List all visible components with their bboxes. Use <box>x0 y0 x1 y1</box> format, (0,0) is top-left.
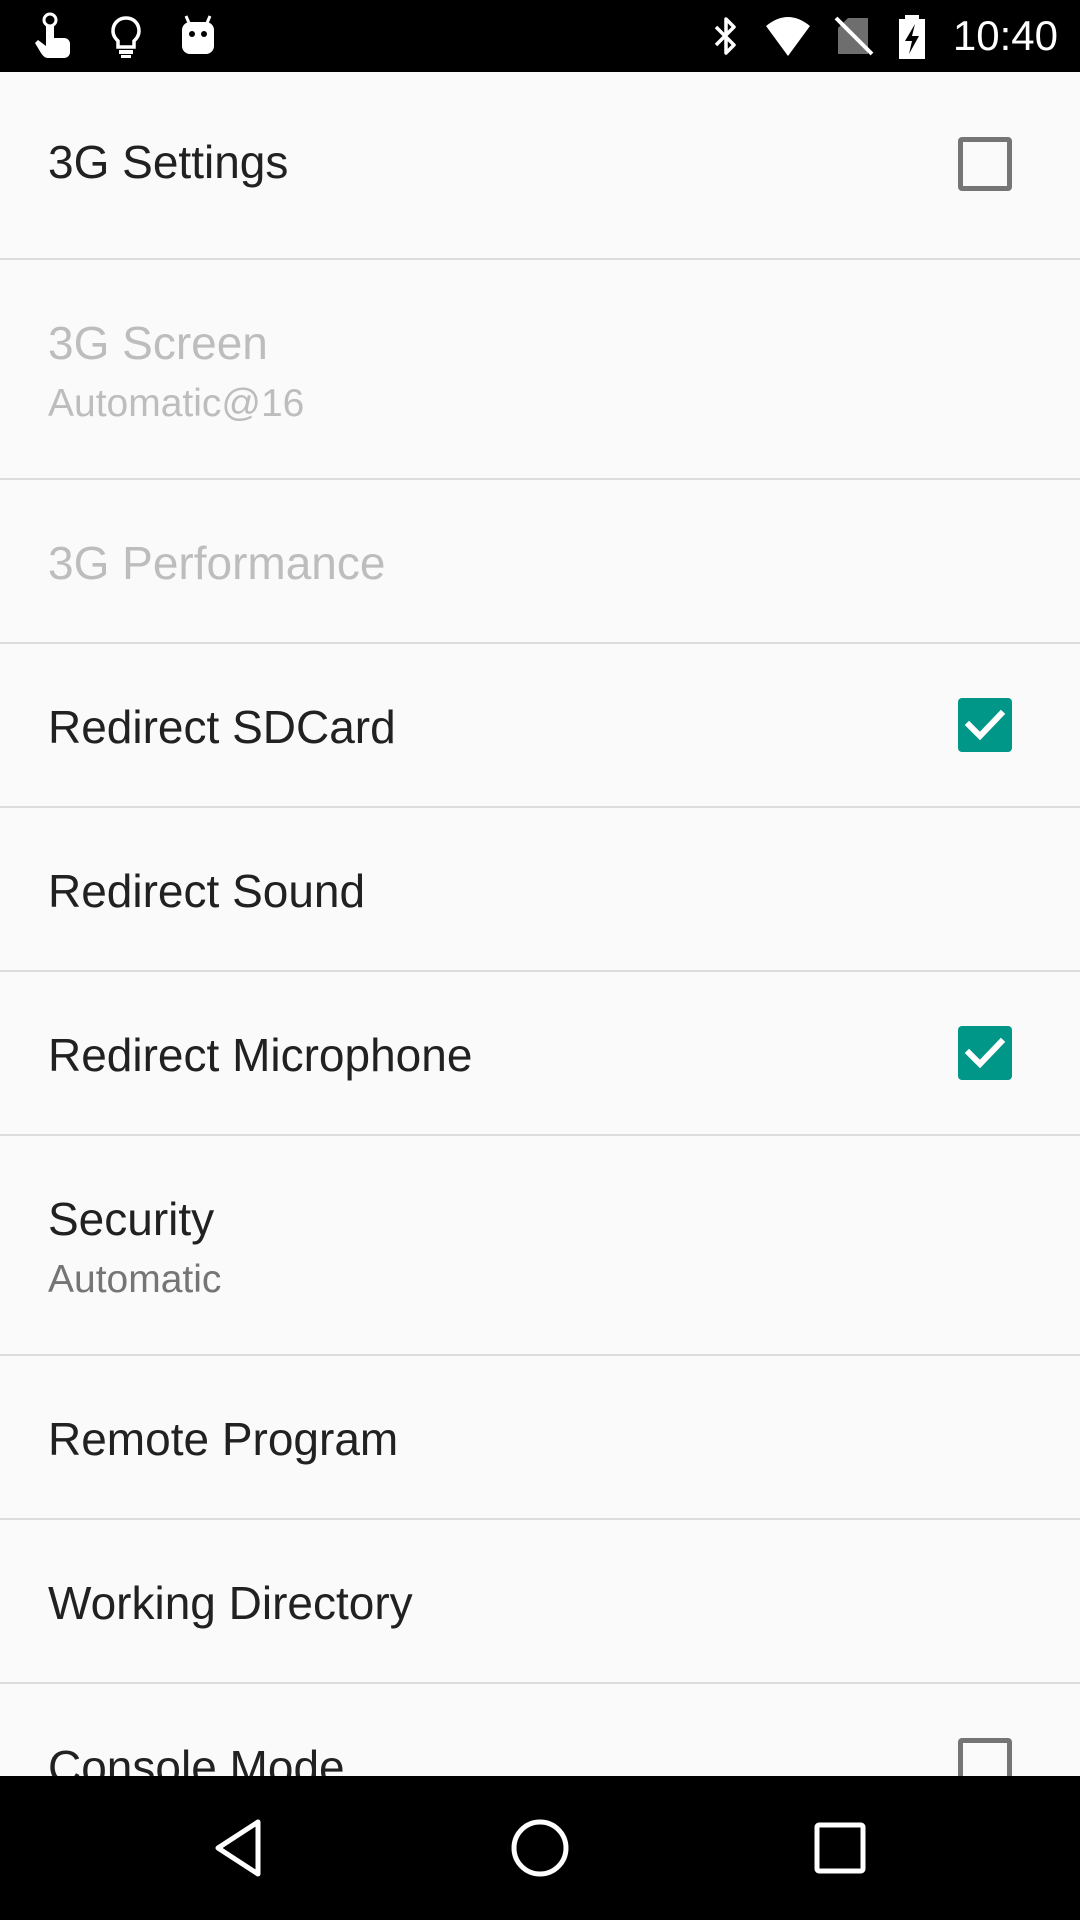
pref-title: 3G Screen <box>48 317 268 369</box>
pref-working-directory[interactable]: Working Directory <box>0 1520 1080 1684</box>
status-time: 10:40 <box>952 12 1058 59</box>
pref-3g-performance: 3G Performance <box>0 480 1080 644</box>
pref-remote-program[interactable]: Remote Program <box>0 1356 1080 1520</box>
pref-redirect-sound[interactable]: Redirect Sound <box>0 808 1080 972</box>
android-icon <box>174 12 222 60</box>
back-icon[interactable] <box>204 1812 276 1884</box>
3g-settings-checkbox[interactable] <box>958 137 1012 191</box>
pref-title: Security <box>48 1193 215 1245</box>
redirect-microphone-checkbox[interactable] <box>958 1026 1012 1080</box>
pref-redirect-sdcard[interactable]: Redirect SDCard <box>0 644 1080 808</box>
pref-title: Console Mode <box>48 1741 345 1776</box>
pref-3g-screen: 3G Screen Automatic@16 <box>0 260 1080 480</box>
check-icon <box>964 709 1006 741</box>
pref-title: Remote Program <box>48 1413 399 1465</box>
pref-title: 3G Performance <box>48 537 386 589</box>
pref-summary: Automatic@16 <box>48 382 305 425</box>
pref-security[interactable]: Security Automatic <box>0 1136 1080 1356</box>
redirect-sdcard-checkbox[interactable] <box>958 698 1012 752</box>
console-mode-checkbox[interactable] <box>958 1738 1012 1776</box>
bluetooth-icon <box>702 12 750 60</box>
pref-redirect-microphone[interactable]: Redirect Microphone <box>0 972 1080 1136</box>
pref-title: Working Directory <box>48 1577 413 1629</box>
wifi-icon <box>764 12 812 60</box>
status-bar: 10:40 <box>0 0 1080 72</box>
pref-console-mode[interactable]: Console Mode <box>0 1684 1080 1776</box>
battery-charging-icon <box>888 12 936 60</box>
pref-title: 3G Settings <box>48 136 289 188</box>
touch-icon <box>28 12 76 60</box>
pref-title: Redirect SDCard <box>48 701 396 753</box>
pref-title: Redirect Sound <box>48 865 366 917</box>
navigation-bar <box>0 1776 1080 1920</box>
pref-3g-settings[interactable]: 3G Settings <box>0 72 1080 260</box>
home-icon[interactable] <box>504 1812 576 1884</box>
no-sim-icon <box>830 12 878 60</box>
pref-title: Redirect Microphone <box>48 1029 473 1081</box>
pref-summary: Automatic <box>48 1258 222 1301</box>
recents-icon[interactable] <box>804 1812 876 1884</box>
preference-list[interactable]: 3G Settings 3G Screen Automatic@16 3G Pe… <box>0 72 1080 1776</box>
lightbulb-icon <box>102 12 150 60</box>
check-icon <box>964 1037 1006 1069</box>
